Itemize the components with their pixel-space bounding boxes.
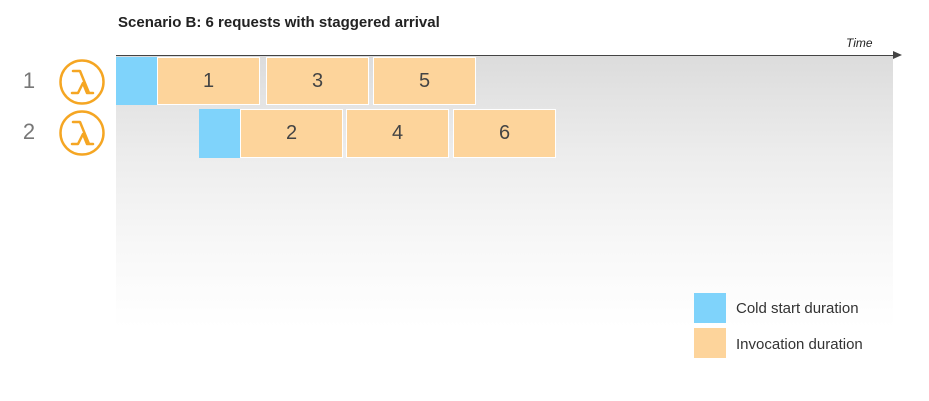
- invocation-block: 6: [453, 109, 556, 158]
- invocation-block: 3: [266, 57, 369, 105]
- row-number-1: 1: [22, 68, 36, 93]
- invocation-block: 2: [240, 109, 343, 158]
- diagram-title: Scenario B: 6 requests with staggered ar…: [118, 14, 440, 31]
- time-axis: [116, 55, 896, 56]
- legend-cold-start-label: Cold start duration: [736, 300, 859, 317]
- cold-start-block-row-1: [116, 57, 157, 105]
- time-axis-label: Time: [846, 36, 873, 50]
- cold-start-block-row-2: [199, 109, 240, 158]
- legend-invocation-swatch: [694, 328, 726, 358]
- legend-invocation-label: Invocation duration: [736, 336, 863, 353]
- invocation-block: 1: [157, 57, 260, 105]
- invocation-block: 5: [373, 57, 476, 105]
- lambda-icon: [58, 58, 106, 106]
- invocation-block: 4: [346, 109, 449, 158]
- time-axis-arrow-icon: [893, 51, 902, 59]
- row-number-2: 2: [22, 119, 36, 144]
- legend-cold-start-swatch: [694, 293, 726, 323]
- lambda-icon: [58, 109, 106, 157]
